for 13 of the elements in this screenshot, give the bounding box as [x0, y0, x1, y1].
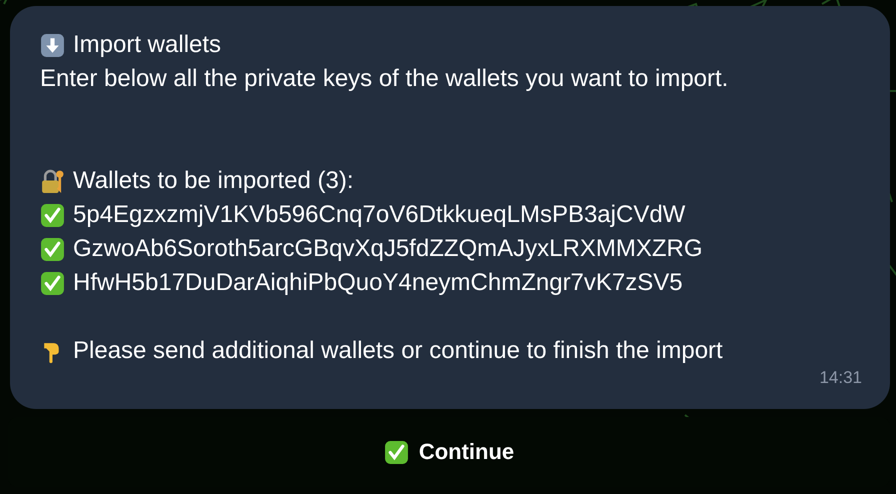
wallet-key: HfwH5b17DuDarAiqhiPbQuoY4neymChmZngr7vK7zSV5 — [73, 266, 683, 300]
wallet-key: 5p4EgzxzmjV1KVb596Cnq7oV6DtkkueqLMsPB3ajCVdW — [73, 198, 686, 232]
message-time: 14:31 — [819, 368, 862, 388]
check-mark-icon — [40, 236, 65, 262]
check-mark-icon — [40, 202, 65, 228]
check-mark-icon — [384, 440, 409, 464]
message-title: Import wallets — [73, 30, 222, 60]
wallets-header: Wallets to be imported (3): — [73, 166, 354, 196]
message-text: Enter below all the private keys of the wallets you want to import. — [40, 64, 728, 94]
message-text: Please send additional wallets or continue to finish the import — [73, 336, 723, 366]
wallet-key: GzwoAb6Soroth5arcGBqvXqJ5fdZZQmAJyxLRXMMXZRG — [73, 232, 703, 266]
check-mark-icon — [40, 270, 65, 296]
lock-with-key-icon — [40, 168, 65, 194]
